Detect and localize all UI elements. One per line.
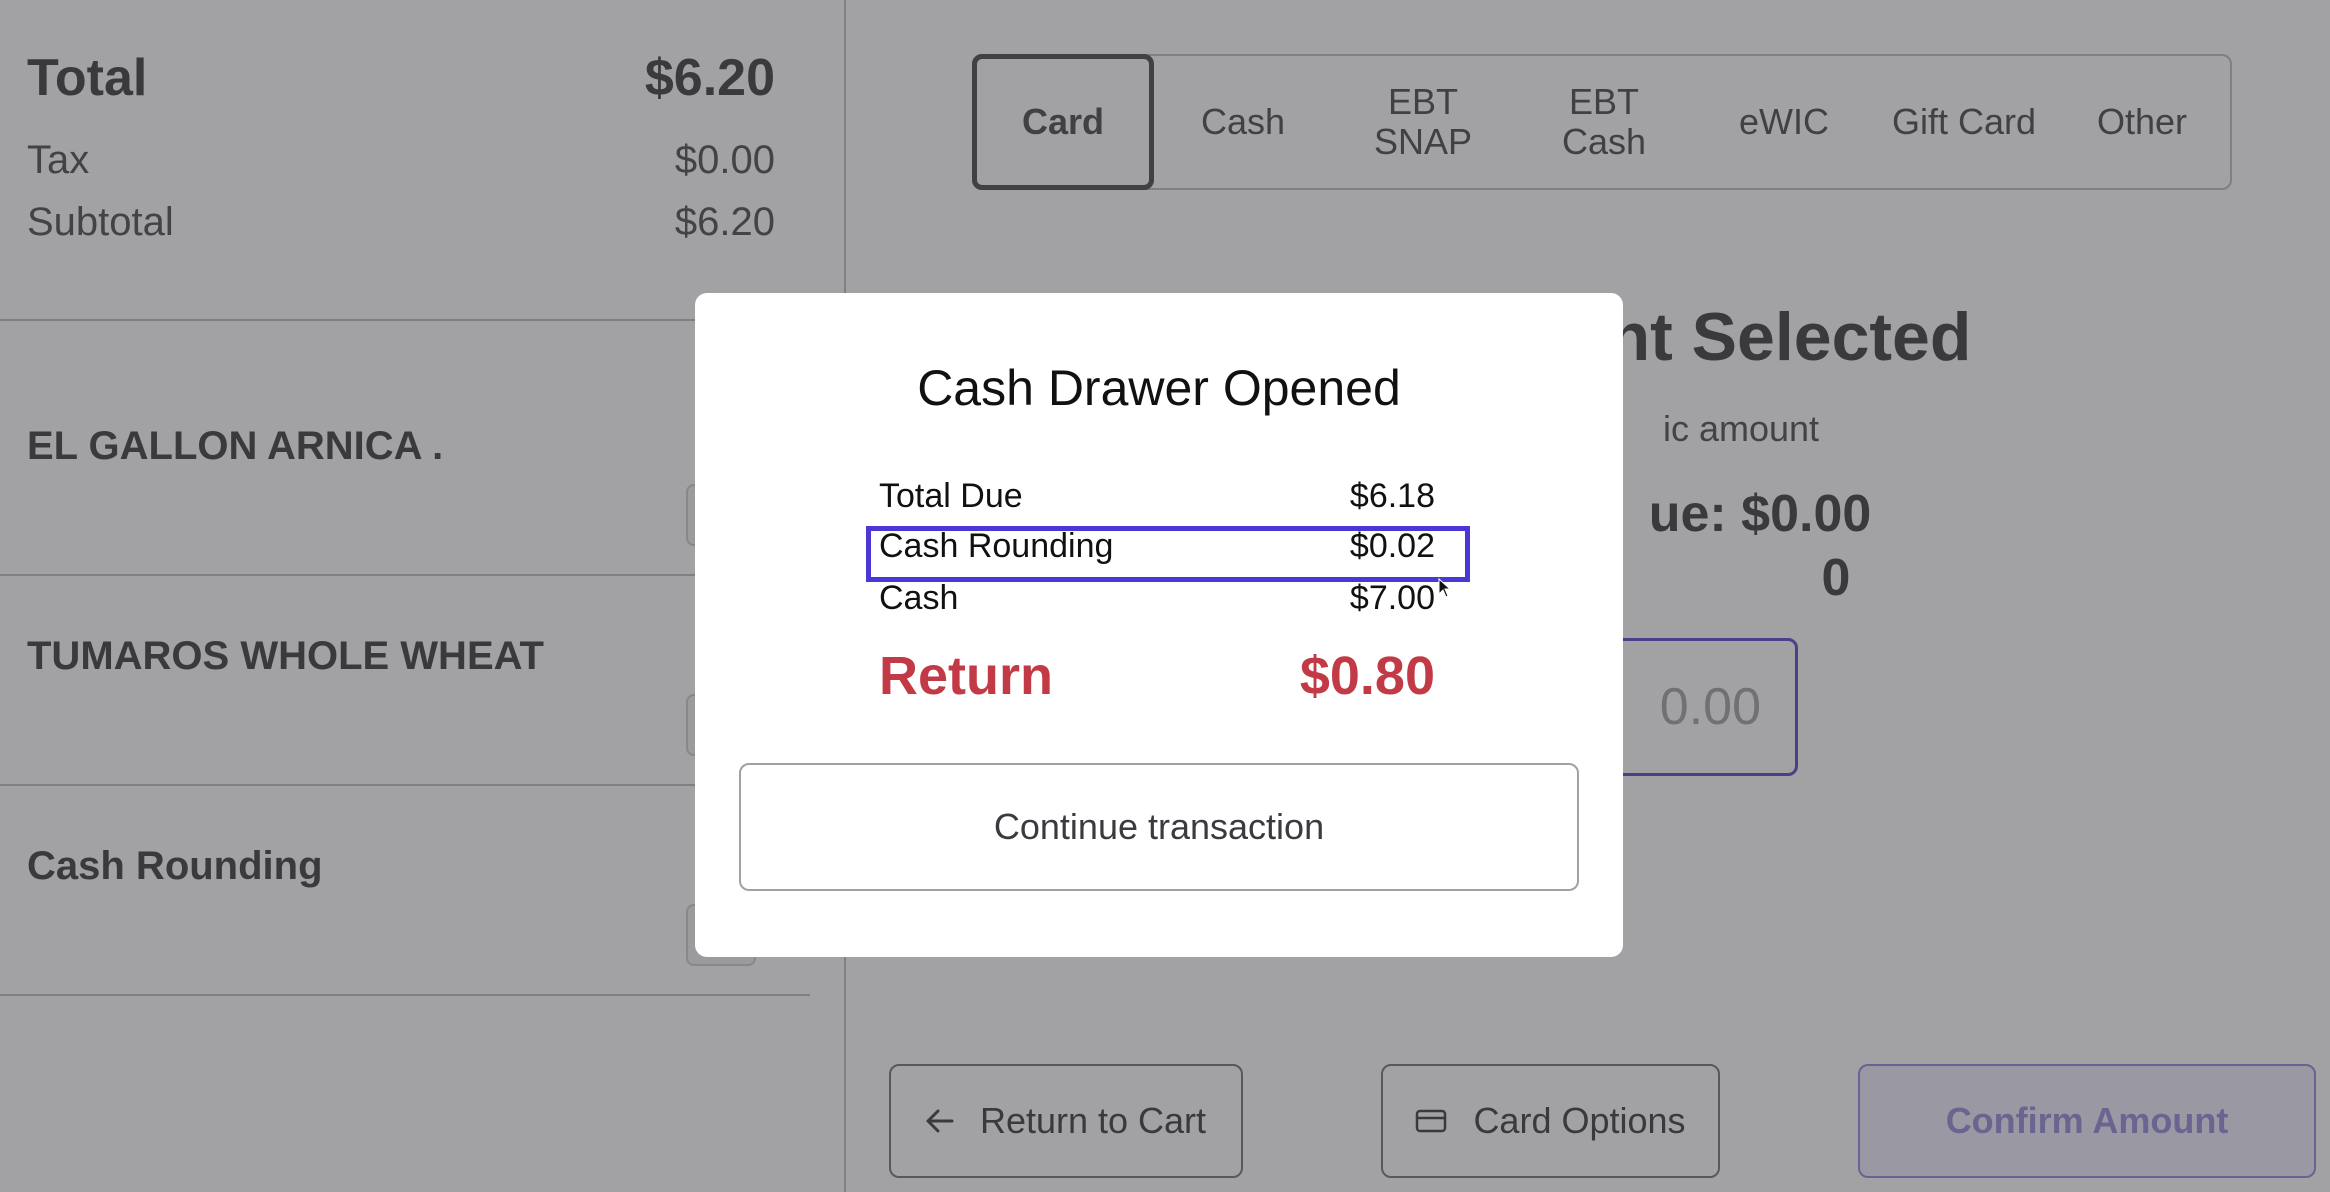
return-label: Return xyxy=(879,646,1053,706)
cash-rounding-label: Cash Rounding xyxy=(879,527,1114,565)
modal-title: Cash Drawer Opened xyxy=(917,360,1401,416)
return-value: $0.80 xyxy=(1299,646,1435,706)
cash-rounding-value: $0.02 xyxy=(1349,527,1435,565)
pos-payment-screen: Total $6.20 Tax $0.00 Subtotal $6.20 EL … xyxy=(0,0,2330,1192)
continue-transaction-button[interactable]: Continue transaction xyxy=(739,763,1579,891)
cash-drawer-modal: Cash Drawer Opened Total Due $6.18 Cash … xyxy=(695,293,1623,957)
return-row: Return $0.80 xyxy=(879,645,1435,707)
cash-rounding-row: Cash Rounding $0.02 xyxy=(879,527,1435,566)
cash-row: Cash $7.00 xyxy=(879,579,1435,618)
total-due-value: $6.18 xyxy=(1349,477,1435,515)
cash-value: $7.00 xyxy=(1349,579,1435,617)
cash-label: Cash xyxy=(879,579,959,617)
mouse-pointer-icon xyxy=(1438,577,1452,603)
total-due-row: Total Due $6.18 xyxy=(879,477,1435,516)
total-due-label: Total Due xyxy=(879,477,1023,515)
